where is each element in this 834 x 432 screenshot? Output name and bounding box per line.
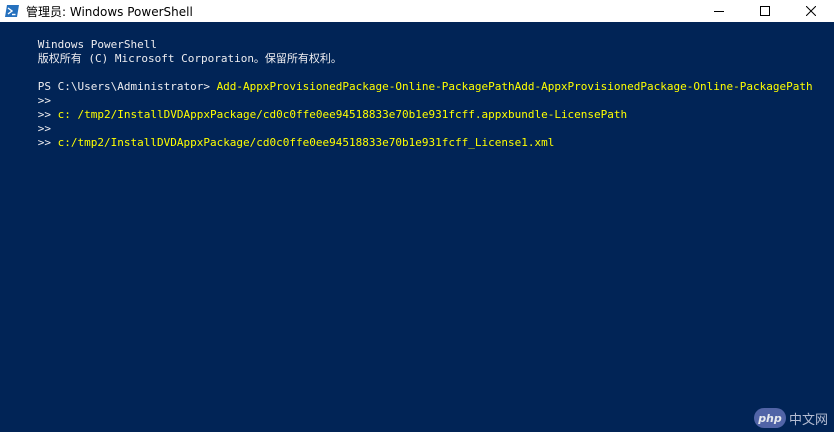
minimize-button[interactable]	[696, 0, 742, 22]
window-title: 管理员: Windows PowerShell	[26, 4, 193, 19]
php-logo: php	[753, 408, 786, 428]
title-bar[interactable]: 管理员: Windows PowerShell	[0, 0, 834, 22]
console-line: >>	[0, 80, 58, 107]
console-line: >>	[0, 108, 58, 135]
console-line: >> c:/tmp2/InstallDVDAppxPackage/cd0c0ff…	[0, 122, 555, 149]
window-controls	[696, 0, 834, 22]
minimize-icon	[714, 11, 724, 12]
console-line: >> c: /tmp2/InstallDVDAppxPackage/cd0c0f…	[0, 94, 627, 121]
command-text: c: /tmp2/InstallDVDAppxPackage/cd0c0ffe0…	[57, 108, 628, 121]
console-line: Windows PowerShell	[0, 24, 157, 51]
site-watermark: php 中文网	[753, 408, 828, 428]
console-output[interactable]: Windows PowerShell 版权所有 (C) Microsoft Co…	[0, 22, 834, 432]
maximize-button[interactable]	[742, 0, 788, 22]
command-text: c:/tmp2/InstallDVDAppxPackage/cd0c0ffe0e…	[57, 136, 555, 149]
console-text: 版权所有 (C) Microsoft Corporation。保留所有权利。	[37, 52, 342, 65]
watermark-text: 中文网	[788, 412, 828, 428]
close-button[interactable]	[788, 0, 834, 22]
continuation-prompt: >>	[37, 136, 58, 149]
command-text: Add-AppxProvisionedPackage-Online-Packag…	[216, 80, 813, 93]
maximize-icon	[760, 6, 770, 16]
console-line: 版权所有 (C) Microsoft Corporation。保留所有权利。	[0, 38, 342, 65]
close-icon	[806, 6, 816, 16]
powershell-window: 管理员: Windows PowerShell Windows PowerShe…	[0, 0, 834, 432]
powershell-icon	[5, 5, 19, 17]
console-line: PS C:\Users\Administrator> Add-AppxProvi…	[0, 66, 813, 93]
prompt: PS C:\Users\Administrator>	[37, 80, 217, 93]
